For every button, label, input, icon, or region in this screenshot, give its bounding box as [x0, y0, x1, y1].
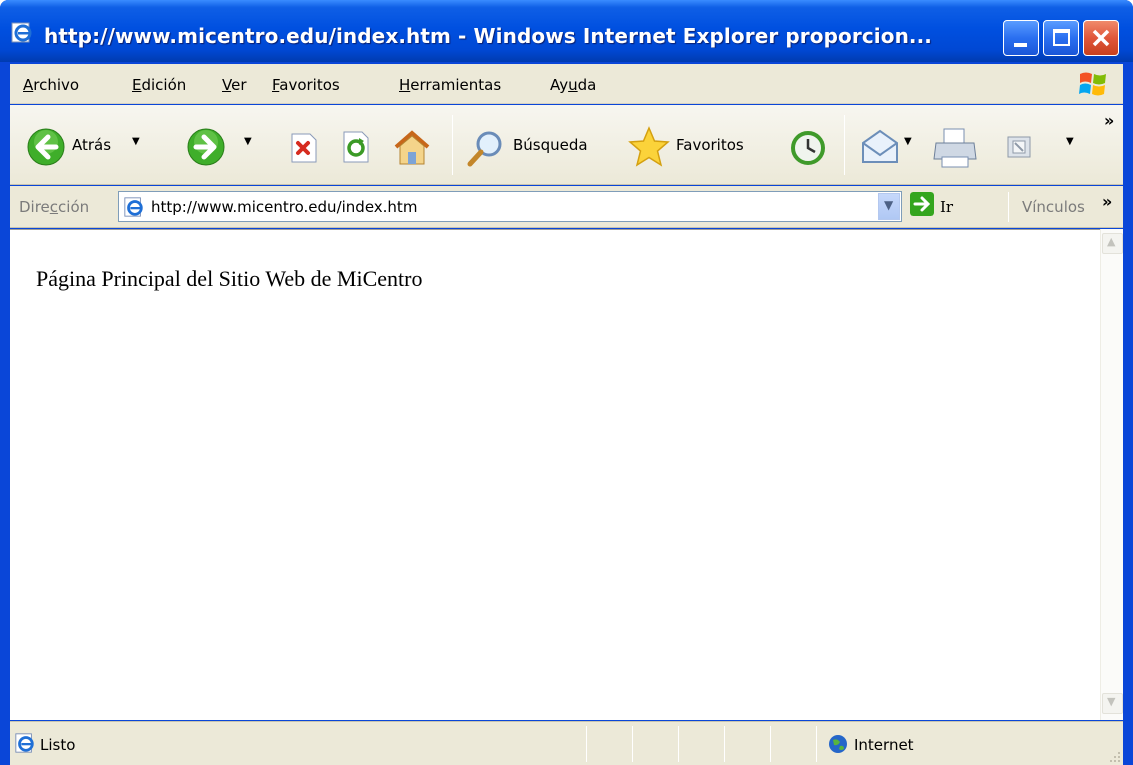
status-divider	[724, 726, 725, 762]
status-divider	[816, 726, 817, 762]
page-content: Página Principal del Sitio Web de MiCent…	[10, 229, 1100, 720]
tool-icon[interactable]	[1006, 135, 1032, 159]
standard-toolbar: Atrás ▼ ▼ Búsqueda Favoritos ▼ ▼ »	[10, 105, 1123, 185]
back-button[interactable]: Atrás ▼	[26, 105, 176, 185]
refresh-icon[interactable]	[340, 130, 372, 164]
status-bar: Listo Internet	[10, 721, 1123, 765]
page-heading: Página Principal del Sitio Web de MiCent…	[36, 266, 423, 291]
address-bar: Dirección ▼ Ir Vínculos »	[10, 186, 1123, 228]
menu-bar: Archivo Edición Ver Favoritos Herramient…	[10, 64, 1123, 104]
favorites-button[interactable]: Favoritos	[626, 105, 776, 185]
maximize-icon	[1053, 29, 1070, 46]
print-icon[interactable]	[932, 127, 978, 169]
window-title: http://www.micentro.edu/index.htm - Wind…	[44, 24, 933, 48]
toolbar-separator	[844, 115, 845, 175]
minimize-icon	[1014, 43, 1027, 47]
address-label: Dirección	[19, 198, 90, 216]
back-dropdown-icon[interactable]: ▼	[132, 136, 140, 147]
address-field[interactable]: ▼	[118, 191, 902, 222]
tool-dropdown-icon[interactable]: ▼	[1066, 136, 1074, 147]
browser-window: http://www.micentro.edu/index.htm - Wind…	[0, 0, 1133, 765]
menu-edicion[interactable]: Edición	[132, 76, 186, 94]
chevron-down-icon: ▼	[884, 198, 894, 212]
status-divider	[632, 726, 633, 762]
forward-button[interactable]: ▼	[180, 105, 260, 185]
toolbar-separator	[452, 115, 453, 175]
status-text: Listo	[40, 736, 76, 754]
search-button[interactable]: Búsqueda	[465, 105, 615, 185]
scroll-up-button[interactable]: ▲	[1102, 233, 1123, 254]
mail-button[interactable]: ▼	[860, 105, 920, 185]
scroll-down-button[interactable]: ▼	[1102, 693, 1123, 714]
address-dropdown-button[interactable]: ▼	[878, 193, 900, 220]
close-icon	[1092, 29, 1110, 47]
menu-ayuda[interactable]: Ayuda	[550, 76, 596, 94]
back-arrow-icon	[27, 128, 65, 166]
menu-archivo[interactable]: Archivo	[23, 76, 79, 94]
menu-favoritos[interactable]: Favoritos	[272, 76, 340, 94]
ie-page-icon	[11, 22, 32, 43]
mail-icon	[862, 129, 898, 163]
back-label: Atrás	[72, 136, 112, 154]
history-icon[interactable]	[788, 129, 828, 167]
menu-ver[interactable]: Ver	[222, 76, 247, 94]
search-icon	[467, 131, 502, 167]
search-label: Búsqueda	[513, 136, 588, 154]
links-label[interactable]: Vínculos	[1022, 198, 1085, 216]
status-divider	[586, 726, 587, 762]
links-overflow-icon[interactable]: »	[1102, 192, 1112, 211]
status-divider	[678, 726, 679, 762]
globe-icon	[829, 735, 847, 753]
close-button[interactable]	[1083, 20, 1119, 56]
address-input[interactable]	[151, 192, 851, 221]
ie-page-icon	[15, 733, 34, 753]
minimize-button[interactable]	[1003, 20, 1039, 56]
home-icon[interactable]	[392, 129, 432, 167]
title-bar[interactable]: http://www.micentro.edu/index.htm - Wind…	[0, 0, 1133, 62]
maximize-button[interactable]	[1043, 20, 1079, 56]
forward-arrow-icon	[187, 128, 225, 166]
stop-icon[interactable]	[288, 132, 320, 164]
windows-logo-icon	[1079, 72, 1106, 96]
favorites-star-icon	[628, 126, 670, 167]
toolbar-separator	[1008, 192, 1009, 222]
resize-grip-icon[interactable]	[1107, 749, 1121, 763]
mail-dropdown-icon[interactable]: ▼	[904, 136, 912, 147]
chevron-up-icon: ▲	[1107, 235, 1116, 248]
security-zone-label: Internet	[854, 736, 914, 754]
chevron-down-icon: ▼	[1107, 695, 1116, 708]
vertical-scrollbar[interactable]: ▲ ▼	[1100, 229, 1123, 720]
favorites-label: Favoritos	[676, 136, 744, 154]
forward-dropdown-icon[interactable]: ▼	[244, 136, 252, 147]
go-button[interactable]: Ir	[940, 198, 953, 216]
ie-page-icon	[124, 197, 143, 217]
menu-herramientas[interactable]: Herramientas	[399, 76, 501, 94]
toolbar-overflow-icon[interactable]: »	[1104, 111, 1114, 130]
go-arrow-icon[interactable]	[910, 192, 934, 216]
status-divider	[770, 726, 771, 762]
